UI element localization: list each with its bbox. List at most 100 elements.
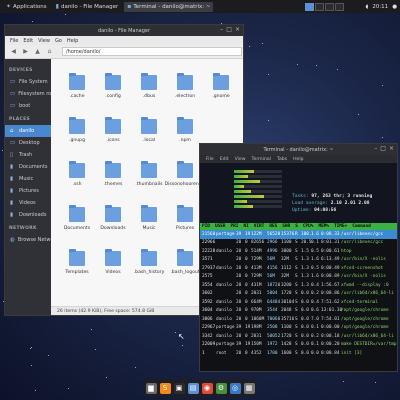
col-res[interactable]: RES [269,224,277,229]
menu-tabs[interactable]: Tabs [277,157,287,162]
menu-file[interactable]: File [10,38,18,44]
col-mem[interactable]: MEM% [318,224,329,229]
sidebar-item-filesystem-root[interactable]: ▭ Filesystem root [5,88,56,100]
sidebar-item-boot[interactable]: ▭ boot [5,100,51,112]
sidebar-item-danilo[interactable]: ⌂ danilo [5,125,51,137]
file-item[interactable]: .gnome [203,69,239,107]
menu-go[interactable]: Go [55,38,62,44]
col-pri[interactable]: PRI [231,224,239,229]
file-item[interactable]: Pictures [167,201,203,239]
terminal-titlebar[interactable]: Terminal - danilo@matrix: ~ – □ × [200,144,397,155]
up-icon[interactable]: ▲ [34,48,41,55]
menu-file[interactable]: File [206,157,214,162]
maximize-icon[interactable]: □ [226,27,232,33]
menu-edit[interactable]: Edit [23,38,33,44]
file-item[interactable]: Music [131,201,167,239]
clock[interactable]: 20:11 [372,4,388,10]
workspace-2[interactable] [315,2,325,11]
process-row[interactable]: 3571 20 0 729M 56M 32M S 1.3 1.6 6:13.49/usr/bin/… [200,256,397,265]
process-row[interactable]: 1 root 20 0 4352 1700 1600 S 0.0 0.0 0:00.84 init [… [200,349,397,358]
workspace-1[interactable] [305,2,315,11]
sidebar-item-documents[interactable]: ▮ Documents [5,161,51,173]
sidebar-item-music[interactable]: ▮ Music [5,173,51,185]
menu-view[interactable]: View [38,38,50,44]
col-ni[interactable]: NI [243,224,248,229]
sidebar-item-trash[interactable]: ▯ Trash [5,149,51,161]
col-time[interactable]: TIME+ [334,224,347,229]
file-manager-titlebar[interactable]: danilo - File Manager – □ × [5,25,243,36]
col-user[interactable]: USER [215,224,226,229]
menu-terminal[interactable]: Terminal [252,157,271,162]
process-row[interactable]: 21560 portage 39 19 122M 56520 15376 R 100. 1.6 0:… [200,230,397,239]
process-row[interactable]: 3006 danilo 20 0 1060M 70060 35716 S 0.0 7.0 7:54.… [200,315,397,324]
terminal-dock-icon[interactable]: ▣ [173,382,185,394]
process-row[interactable]: 22009 portage 39 19 150M 1972 1428 S 0.0 0.1 0:00.… [200,341,397,350]
process-row[interactable]: 3592 danilo 20 0 664M 64484 30104 S 0.0 0.4 7:51.6… [200,298,397,307]
process-row[interactable]: 3602 20 0 2031 5004 1720 S 0.0 0.2 0:00.86/usr/li… [200,290,397,299]
file-item[interactable]: .electron [167,69,203,107]
file-item[interactable]: Dissonohoorencia [165,157,205,195]
process-row[interactable]: 2575 20 0 729M 56M 32M S 1.3 1.6 0:00.89/usr/bin/… [200,273,397,282]
maximize-icon[interactable]: □ [380,146,386,152]
sidebar-item-pictures[interactable]: ▮ Pictures [5,185,51,197]
sidebar-item-browse-network[interactable]: ◍ Browse Network [5,234,58,246]
col-shr[interactable]: SHR [282,224,290,229]
files-dock-icon[interactable]: ▤ [187,382,199,394]
volume-icon[interactable]: ◖ [365,4,368,10]
file-item[interactable]: Templates [59,245,95,283]
file-item[interactable]: .icons [95,113,131,151]
file-item[interactable]: .bash_logout [167,245,203,283]
file-item[interactable]: Downloads [95,201,131,239]
col-s[interactable]: S [295,224,298,229]
sidebar-item-videos[interactable]: ▮ Videos [5,197,51,209]
col-pid[interactable]: PID [202,224,210,229]
col-cpu[interactable]: CPU% [303,224,314,229]
screenshot-dock-icon[interactable]: ◎ [229,382,241,394]
menu-help[interactable]: Help [67,38,78,44]
file-item[interactable]: .local [131,113,167,151]
file-item[interactable]: Documents [59,201,95,239]
process-row[interactable]: 3604 danilo 20 0 970M 3544 2048 S 0.0 0.6 13:01.30… [200,307,397,316]
file-item[interactable]: .bash_history [131,245,167,283]
process-row[interactable]: 27937 danilo 20 0 413M 4156 1112 S 1.3 0.5 0:00.49… [200,264,397,273]
close-icon[interactable]: × [389,146,394,152]
process-row[interactable]: 22966 20 0 82656 2966 1100 S 20.5 0.1 0:01.31/usr… [200,239,397,248]
user-icon[interactable]: ● [392,4,397,10]
taskbar-file-manager[interactable]: ▮ danilo - File Manager [53,2,122,12]
file-item[interactable]: .themes [95,157,131,195]
file-item[interactable]: .config [95,69,131,107]
taskbar-terminal[interactable]: ▪ Terminal - danilo@matrix: ~ [124,1,214,12]
col-command[interactable]: Command [352,224,371,229]
file-item[interactable]: .npm [167,113,203,151]
minimize-icon[interactable]: – [220,27,223,33]
file-item[interactable]: .thumbnails [131,157,167,195]
file-item[interactable]: .ssh [59,157,95,195]
back-icon[interactable]: ◀ [10,48,17,55]
menu-view[interactable]: View [235,157,246,162]
process-row[interactable]: 22967 portage 39 19 198M 2508 1100 S 0.0 0.1 0:00.… [200,324,397,333]
chrome-dock-icon[interactable]: ◉ [201,382,213,394]
workspace-3[interactable] [325,2,335,11]
location-bar[interactable]: /home/danilo/ [62,47,242,56]
sublime-dock-icon[interactable]: S [159,382,171,394]
process-row[interactable]: 22228 danilo 20 0 514M 4996 3000 S 1.5 0.5 0:00.61… [200,247,397,256]
minimize-icon[interactable]: – [374,146,377,152]
file-item[interactable]: Videos [95,245,131,283]
file-item[interactable]: .cache [59,69,95,107]
close-icon[interactable]: × [235,27,240,33]
folder-dock-icon[interactable]: ▆ [145,382,157,394]
applications-menu-button[interactable]: ✦ Applications [3,2,50,12]
file-item[interactable]: .gnupg [59,113,95,151]
menu-edit[interactable]: Edit [220,157,229,162]
process-row[interactable]: 3554 danilo 20 0 431M 18720 3200 S 1.3 0.4 1:56.67… [200,281,397,290]
process-row[interactable]: 3342 danilo 20 0 2031 50052 1720 S 0.0 0.2 0:00.18… [200,332,397,341]
col-virt[interactable]: VIRT [254,224,265,229]
sidebar-item-downloads[interactable]: ▮ Downloads [5,209,51,221]
sidebar-item-file-system[interactable]: ▭ File System [5,76,51,88]
sidebar-item-desktop[interactable]: ▭ Desktop [5,137,51,149]
file-item[interactable]: .dbus [131,69,167,107]
settings-dock-icon[interactable]: ⚙ [215,382,227,394]
workspace-4[interactable] [335,2,345,11]
menu-help[interactable]: Help [293,157,303,162]
home-icon[interactable]: ⌂ [46,48,53,55]
